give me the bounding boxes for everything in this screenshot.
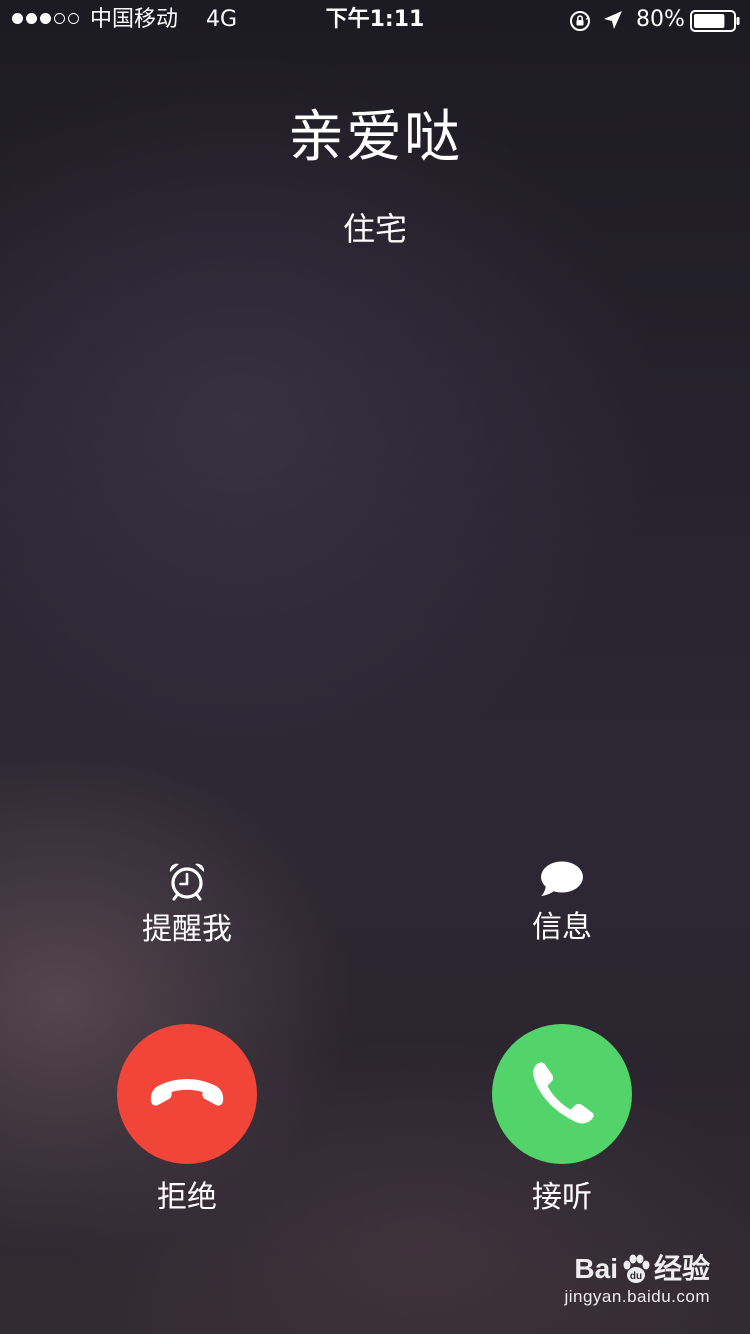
- accept-call-button[interactable]: [492, 1024, 632, 1164]
- battery-percent: 80%: [636, 7, 685, 32]
- baidu-jingyan-watermark: Bai du 经验 jingyan.baidu.com: [564, 1252, 710, 1308]
- watermark-brand-left: Bai: [574, 1253, 618, 1284]
- battery-icon: [690, 10, 740, 32]
- svg-text:du: du: [630, 1271, 642, 1282]
- watermark-url: jingyan.baidu.com: [564, 1287, 710, 1306]
- watermark-brand-right: 经验: [653, 1253, 710, 1284]
- phone-icon: [533, 1062, 594, 1124]
- alarm-clock-icon: [169, 863, 205, 901]
- remind-me-button[interactable]: 提醒我: [87, 860, 287, 960]
- caller-name: 亲爱哒: [288, 105, 462, 170]
- accept-label: 接听: [532, 1180, 592, 1215]
- remind-me-label: 提醒我: [142, 912, 232, 947]
- location-arrow-icon: [604, 11, 622, 29]
- watermark-logo: Bai du 经验: [564, 1252, 710, 1286]
- phone-hangup-icon: [150, 1079, 224, 1106]
- decline-call-button[interactable]: [117, 1024, 257, 1164]
- speech-bubble-icon: [541, 861, 583, 896]
- message-button[interactable]: 信息: [462, 860, 662, 960]
- message-label: 信息: [532, 910, 592, 945]
- decline-label: 拒绝: [157, 1180, 217, 1215]
- orientation-lock-icon: [570, 11, 590, 31]
- status-bar: 中国移动 4G 下午1:11 80%: [0, 0, 750, 40]
- caller-phone-label: 住宅: [342, 210, 407, 248]
- paw-logo-icon: du: [623, 1254, 650, 1283]
